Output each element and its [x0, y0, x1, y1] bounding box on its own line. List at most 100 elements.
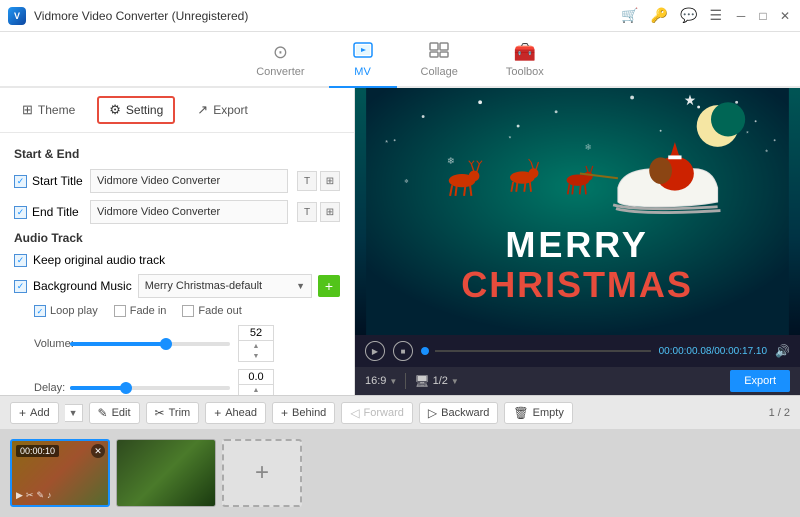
section-start-end-title: Start & End — [14, 147, 340, 161]
ahead-label: Ahead — [225, 407, 257, 419]
fade-in-option: Fade in — [114, 305, 167, 317]
svg-text:CHRISTMAS: CHRISTMAS — [461, 264, 693, 305]
setting-icon: ⚙ — [109, 102, 121, 118]
start-title-checkbox[interactable] — [14, 175, 27, 188]
loop-play-option: Loop play — [34, 305, 98, 317]
ratio-arrow-icon: ▼ — [389, 377, 397, 386]
clip-timeline: 00:00:10 ✕ ▶ ✂ ✎ ♪ + — [0, 429, 800, 517]
clip-1-icons: ▶ ✂ ✎ ♪ — [16, 490, 52, 501]
loop-play-checkbox[interactable] — [34, 305, 46, 317]
main-content: ⊞ Theme ⚙ Setting ↗ Export Start & End S… — [0, 88, 800, 395]
end-title-grid-icon[interactable]: ⊞ — [320, 202, 340, 222]
page-control: 🖥 1/2 ▼ — [414, 374, 458, 388]
collage-icon — [429, 42, 449, 63]
key-icon[interactable]: 🔑 — [651, 7, 668, 24]
volume-icon[interactable]: 🔊 — [775, 344, 790, 358]
tab-mv[interactable]: MV — [329, 36, 397, 88]
edit-label: Edit — [112, 407, 131, 419]
clip-1-edit-icon: ✎ — [36, 490, 44, 501]
app-logo: V — [8, 7, 26, 25]
bottom-controls-bar: 16:9 ▼ 🖥 1/2 ▼ Export — [355, 367, 800, 395]
add-button[interactable]: + Add — [10, 402, 59, 424]
theme-icon: ⊞ — [22, 102, 33, 118]
bg-music-select[interactable]: Merry Christmas-default ▼ — [138, 274, 312, 298]
volume-slider[interactable] — [70, 342, 230, 346]
close-button[interactable]: ✕ — [778, 9, 792, 23]
minimize-button[interactable]: ─ — [734, 9, 748, 23]
window-controls: ─ □ ✕ — [734, 9, 792, 23]
trim-icon: ✂ — [155, 406, 165, 420]
subnav-setting[interactable]: ⚙ Setting — [97, 96, 175, 124]
timeline: + Add ▼ ✎ Edit ✂ Trim + Ahead + Behind ◁… — [0, 395, 800, 517]
page-value: 1/2 — [433, 375, 448, 387]
end-title-checkbox[interactable] — [14, 206, 27, 219]
action-bar: + Add ▼ ✎ Edit ✂ Trim + Ahead + Behind ◁… — [0, 395, 800, 429]
bg-music-checkbox[interactable] — [14, 280, 27, 293]
volume-down-button[interactable]: ▼ — [239, 351, 273, 361]
trim-button[interactable]: ✂ Trim — [146, 402, 200, 424]
end-title-text-icon[interactable]: T — [297, 202, 317, 222]
behind-icon: + — [281, 406, 288, 420]
section-audio-title: Audio Track — [14, 231, 340, 245]
start-title-grid-icon[interactable]: ⊞ — [320, 171, 340, 191]
volume-label: Volume: — [14, 338, 62, 350]
svg-text:*: * — [509, 135, 512, 142]
volume-spinner[interactable]: 52 ▲ ▼ — [238, 325, 274, 362]
forward-button[interactable]: ◁ Forward — [341, 402, 413, 424]
volume-row: Volume: 52 ▲ ▼ — [14, 325, 340, 362]
end-title-icons: T ⊞ — [297, 202, 340, 222]
backward-button[interactable]: ▷ Backward — [419, 402, 499, 424]
svg-text:❄: ❄ — [447, 156, 455, 167]
title-bar-right: 🛒 🔑 💬 ☰ ─ □ ✕ — [621, 7, 792, 24]
ahead-button[interactable]: + Ahead — [205, 402, 266, 424]
end-title-label: End Title — [32, 205, 79, 219]
delay-slider[interactable] — [70, 386, 230, 390]
fade-in-checkbox[interactable] — [114, 305, 126, 317]
tab-converter[interactable]: ⊙ Converter — [232, 36, 328, 88]
edit-icon: ✎ — [98, 406, 108, 420]
stop-button[interactable]: ■ — [393, 341, 413, 361]
bg-music-label: Background Music — [33, 279, 132, 293]
behind-label: Behind — [292, 407, 326, 419]
fade-in-label: Fade in — [130, 305, 167, 317]
clip-item-2[interactable] — [116, 439, 216, 507]
tab-collage-label: Collage — [421, 66, 458, 78]
behind-button[interactable]: + Behind — [272, 402, 335, 424]
ratio-select[interactable]: 16:9 ▼ — [365, 375, 397, 387]
delay-up-button[interactable]: ▲ — [239, 385, 273, 395]
export-button[interactable]: Export — [730, 370, 790, 392]
tab-toolbox[interactable]: 🧰 Toolbox — [482, 36, 568, 88]
play-button[interactable]: ▶ — [365, 341, 385, 361]
start-title-input[interactable]: Vidmore Video Converter — [90, 169, 288, 193]
tab-converter-label: Converter — [256, 66, 304, 78]
clip-1-close-button[interactable]: ✕ — [91, 444, 105, 458]
fade-out-checkbox[interactable] — [182, 305, 194, 317]
menu-icon[interactable]: ☰ — [709, 7, 722, 24]
svg-text:❄: ❄ — [585, 142, 592, 152]
progress-bar[interactable] — [435, 350, 651, 352]
subnav-export[interactable]: ↗ Export — [187, 98, 258, 122]
start-title-label: Start Title — [32, 174, 83, 188]
delay-spinner[interactable]: 0.0 ▲ ▼ — [238, 369, 274, 395]
maximize-button[interactable]: □ — [756, 9, 770, 23]
audio-options-row: Loop play Fade in Fade out — [14, 305, 340, 317]
add-dropdown-button[interactable]: ▼ — [65, 404, 83, 422]
chat-icon[interactable]: 💬 — [680, 7, 697, 24]
svg-text:*: * — [746, 131, 749, 138]
cart-icon[interactable]: 🛒 — [621, 7, 638, 24]
page-indicator: 1 / 2 — [769, 407, 790, 419]
keep-original-checkbox[interactable] — [14, 254, 27, 267]
empty-button[interactable]: 🗑 Empty — [504, 402, 572, 424]
sub-nav: ⊞ Theme ⚙ Setting ↗ Export — [0, 88, 354, 133]
volume-up-button[interactable]: ▲ — [239, 341, 273, 351]
start-title-text-icon[interactable]: T — [297, 171, 317, 191]
tab-mv-label: MV — [354, 66, 371, 78]
add-music-button[interactable]: + — [318, 275, 340, 297]
tab-collage[interactable]: Collage — [397, 36, 482, 88]
edit-button[interactable]: ✎ Edit — [89, 402, 140, 424]
clip-item-1[interactable]: 00:00:10 ✕ ▶ ✂ ✎ ♪ — [10, 439, 110, 507]
subnav-theme[interactable]: ⊞ Theme — [12, 98, 85, 122]
progress-thumb[interactable] — [421, 347, 429, 355]
end-title-input[interactable]: Vidmore Video Converter — [90, 200, 288, 224]
add-clip-button[interactable]: + — [222, 439, 302, 507]
